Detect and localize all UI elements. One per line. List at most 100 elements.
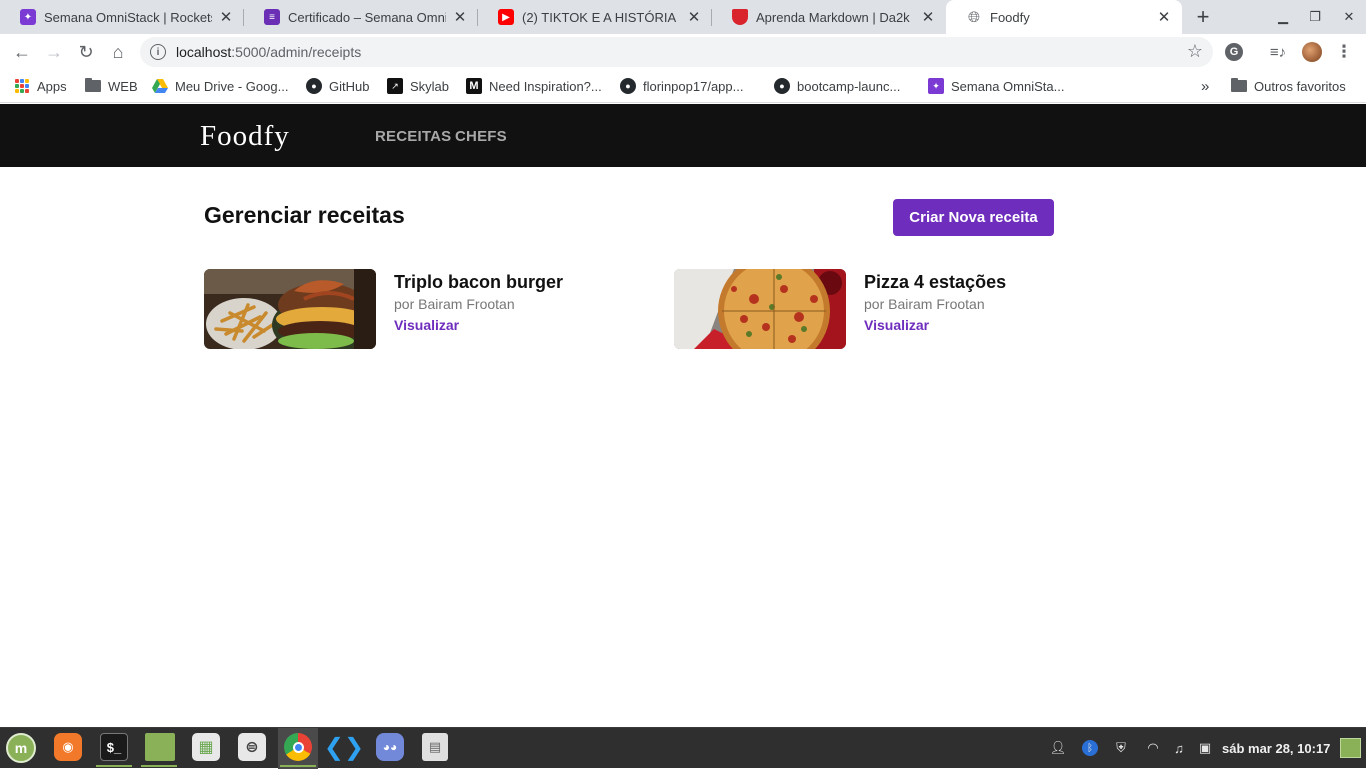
apps-icon bbox=[14, 78, 30, 94]
bookmark-github[interactable]: ● GitHub bbox=[306, 77, 369, 95]
running-indicator bbox=[280, 765, 316, 767]
rocketseat-icon: ✦ bbox=[20, 9, 36, 25]
url-text[interactable]: localhost:5000/admin/receipts bbox=[176, 44, 361, 60]
avatar[interactable] bbox=[1302, 42, 1322, 62]
running-indicator bbox=[141, 765, 177, 767]
form-icon: ≡ bbox=[264, 9, 280, 25]
bookmark-skylab[interactable]: ↗ Skylab bbox=[387, 77, 449, 95]
tab-semana-omnistack[interactable]: ✦ Semana OmniStack | Rocketseat ✕ bbox=[0, 0, 244, 34]
home-button[interactable]: ⌂ bbox=[104, 38, 132, 66]
clipboard-icon[interactable]: ▣ bbox=[1197, 740, 1213, 756]
google-drive-icon bbox=[152, 78, 168, 94]
youtube-icon: ▶ bbox=[498, 9, 514, 25]
shield-icon bbox=[732, 9, 748, 25]
new-tab-button[interactable]: + bbox=[1191, 4, 1215, 29]
text-editor-icon[interactable]: ▤ bbox=[422, 733, 448, 761]
recipe-name: Pizza 4 estações bbox=[864, 272, 1007, 292]
tab-aprenda-markdown[interactable]: Aprenda Markdown | Da2k Blog ✕ bbox=[712, 0, 946, 34]
settings-toggle-icon[interactable]: ⊜ bbox=[238, 733, 266, 761]
bookmark-meu-drive[interactable]: Meu Drive - Goog... bbox=[152, 77, 288, 95]
bookmark-label: WEB bbox=[108, 78, 138, 94]
tab-title: Semana OmniStack | Rocketseat bbox=[44, 9, 212, 25]
nav-link-receitas[interactable]: RECEITAS bbox=[375, 128, 451, 145]
minimize-button[interactable]: ▁ bbox=[1267, 0, 1299, 34]
bookmark-bootcamp-launch[interactable]: ● bootcamp-launc... bbox=[774, 77, 900, 95]
bookmark-label: florinpop17/app... bbox=[643, 78, 744, 94]
medium-icon: M bbox=[466, 78, 482, 94]
bookmark-apps[interactable]: Apps bbox=[14, 77, 67, 95]
extension-icon[interactable]: G bbox=[1225, 43, 1243, 61]
tab-title: Aprenda Markdown | Da2k Blog bbox=[756, 9, 914, 25]
recipe-image-burger[interactable] bbox=[204, 269, 376, 349]
shield-update-icon[interactable]: ⛨ bbox=[1113, 740, 1129, 756]
forward-button[interactable]: → bbox=[40, 38, 68, 66]
address-bar[interactable]: i localhost:5000/admin/receipts ☆ bbox=[140, 37, 1213, 67]
browser-toolbar: ← → ↻ ⌂ i localhost:5000/admin/receipts … bbox=[0, 34, 1366, 70]
tab-youtube-tiktok[interactable]: ▶ (2) TIKTOK E A HISTÓRIA DO ✕ bbox=[478, 0, 712, 34]
firefox-icon[interactable]: ◉ bbox=[54, 733, 82, 761]
files-icon[interactable] bbox=[145, 733, 175, 761]
globe-icon: 🌐︎ bbox=[967, 8, 980, 26]
recipe-image-pizza[interactable] bbox=[674, 269, 846, 349]
close-icon[interactable]: ✕ bbox=[686, 9, 702, 26]
back-button[interactable]: ← bbox=[8, 38, 36, 66]
bookmark-label: Outros favoritos bbox=[1254, 78, 1346, 94]
close-icon[interactable]: ✕ bbox=[218, 9, 234, 26]
recipe-name: Triplo bacon burger bbox=[394, 272, 564, 292]
media-queue-icon[interactable]: ≡♪ bbox=[1268, 42, 1288, 62]
bookmark-label: Skylab bbox=[410, 78, 450, 94]
terminal-icon[interactable]: $_ bbox=[100, 733, 128, 761]
bookmark-outros-favoritos[interactable]: Outros favoritos bbox=[1231, 77, 1346, 95]
running-indicator bbox=[96, 765, 132, 767]
chrome-icon[interactable] bbox=[284, 733, 312, 761]
close-icon[interactable]: ✕ bbox=[1156, 9, 1172, 26]
folder-icon bbox=[85, 78, 101, 94]
music-icon[interactable]: ♫ bbox=[1171, 740, 1187, 756]
github-icon: ● bbox=[620, 78, 636, 94]
site-logo[interactable]: Foodfy bbox=[200, 120, 290, 153]
bookmarks-bar: Apps WEB Meu Drive - Goog... ● GitHub ↗ … bbox=[0, 70, 1366, 103]
tab-title: Certificado – Semana OmniStack bbox=[288, 9, 446, 25]
user-icon[interactable]: 👤︎ bbox=[1050, 740, 1067, 756]
menu-kebab-icon[interactable]: ⋮ bbox=[1334, 42, 1354, 62]
tab-title: (2) TIKTOK E A HISTÓRIA DO bbox=[522, 9, 680, 25]
site-info-icon[interactable]: i bbox=[150, 44, 166, 60]
create-recipe-button[interactable]: Criar Nova receita bbox=[893, 199, 1054, 236]
os-taskbar: m ◉ $_ ▦ ⊜ ❮❯ ◕◕ ▤ 👤︎ ᛒ ⛨ ◠ ♫ ▣ sáb mar … bbox=[0, 727, 1366, 769]
bookmark-florinpop17[interactable]: ● florinpop17/app... bbox=[620, 77, 743, 95]
view-recipe-link[interactable]: Visualizar bbox=[394, 317, 459, 333]
browser-tab-strip: ✦ Semana OmniStack | Rocketseat ✕ ≡ Cert… bbox=[0, 0, 1366, 34]
tab-foodfy[interactable]: 🌐︎ Foodfy ✕ bbox=[946, 0, 1182, 34]
spreadsheet-icon[interactable]: ▦ bbox=[192, 733, 220, 761]
close-icon[interactable]: ✕ bbox=[920, 9, 936, 26]
mint-menu-icon[interactable]: m bbox=[6, 733, 36, 763]
nav-link-chefs[interactable]: CHEFS bbox=[455, 128, 507, 145]
view-recipe-link[interactable]: Visualizar bbox=[864, 317, 929, 333]
bookmark-need-inspiration[interactable]: M Need Inspiration?... bbox=[466, 77, 602, 95]
bookmark-web[interactable]: WEB bbox=[85, 77, 138, 95]
system-clock[interactable]: sáb mar 28, 10:17 bbox=[1222, 741, 1330, 756]
show-desktop-button[interactable] bbox=[1340, 738, 1361, 758]
github-icon: ● bbox=[306, 78, 322, 94]
page-title: Gerenciar receitas bbox=[204, 202, 405, 228]
bookmark-semana-omnistack[interactable]: ✦ Semana OmniSta... bbox=[928, 77, 1064, 95]
bookmark-label: bootcamp-launc... bbox=[797, 78, 901, 94]
bookmark-star-icon[interactable]: ☆ bbox=[1187, 41, 1203, 62]
restore-button[interactable]: ❐ bbox=[1299, 0, 1331, 34]
tab-certificado[interactable]: ≡ Certificado – Semana OmniStack ✕ bbox=[244, 0, 478, 34]
vscode-icon[interactable]: ❮❯ bbox=[324, 733, 364, 761]
window-close-button[interactable]: ✕ bbox=[1333, 0, 1365, 34]
close-icon[interactable]: ✕ bbox=[452, 9, 468, 26]
wifi-icon[interactable]: ◠ bbox=[1145, 740, 1161, 756]
more-bookmarks-button[interactable]: » bbox=[1201, 77, 1209, 95]
discord-icon[interactable]: ◕◕ bbox=[376, 733, 404, 761]
site-header: Foodfy RECEITAS CHEFS bbox=[0, 104, 1366, 167]
recipe-author: por Bairam Frootan bbox=[864, 296, 985, 312]
reload-button[interactable]: ↻ bbox=[72, 38, 100, 66]
recipe-card: Pizza 4 estações por Bairam Frootan Visu… bbox=[674, 269, 1094, 349]
bookmark-label: Meu Drive - Goog... bbox=[175, 78, 289, 94]
skylab-icon: ↗ bbox=[387, 78, 403, 94]
github-icon: ● bbox=[774, 78, 790, 94]
bluetooth-icon[interactable]: ᛒ bbox=[1082, 740, 1098, 756]
bookmark-label: Semana OmniSta... bbox=[951, 78, 1065, 94]
